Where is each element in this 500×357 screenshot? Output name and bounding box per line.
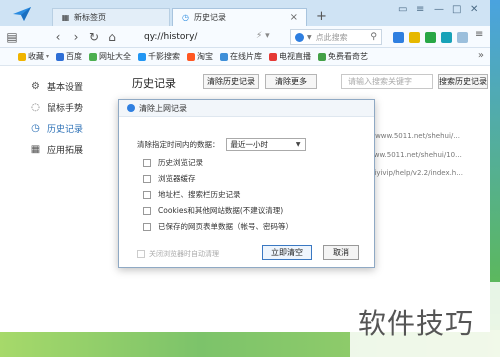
option-address-bar-history[interactable]: 地址栏、搜索栏历史记录 — [143, 189, 241, 200]
menu-icon[interactable]: ≡ — [416, 4, 424, 15]
clear-more-button[interactable]: 清除更多 — [265, 74, 317, 89]
clear-now-button[interactable]: 立即清空 — [262, 245, 312, 260]
grid-icon: ▦ — [61, 13, 70, 22]
clear-history-button[interactable]: 清除历史记录 — [203, 74, 259, 89]
checkbox[interactable] — [143, 190, 151, 199]
search-input[interactable]: ▼ 点此搜索 ⚲ — [290, 29, 382, 45]
sidebar-item-history[interactable]: ◷ 历史记录 — [30, 118, 120, 139]
bookmarks-bar: 收藏 ▾ 百度 网址大全 千影搜索 淘宝 在线片库 电视直播 免费看奇艺 » — [0, 48, 490, 66]
search-history-button[interactable]: 搜索历史记录 — [438, 74, 488, 89]
tab-label: 新标签页 — [74, 13, 106, 22]
option-browsing-history[interactable]: 历史浏览记录 — [143, 157, 203, 168]
tv-icon — [269, 52, 278, 61]
cancel-button[interactable]: 取消 — [323, 245, 359, 260]
browser-logo-icon — [4, 2, 40, 26]
browser-logo-icon — [127, 104, 135, 112]
checkbox[interactable] — [143, 158, 151, 167]
bookmark-item[interactable]: 千影搜索 — [138, 51, 180, 62]
new-tab-button[interactable]: + — [316, 9, 327, 24]
checkbox[interactable] — [143, 222, 151, 231]
bookmark-item[interactable]: 免费看奇艺 — [318, 51, 368, 62]
time-range-row: 清除指定时间内的数据： 最近一小时 ▼ — [137, 138, 306, 151]
taobao-icon — [187, 52, 196, 61]
minimize-icon[interactable]: — — [434, 4, 444, 15]
screenshot-icon[interactable] — [457, 32, 468, 43]
more-menu-icon[interactable]: ≡ — [475, 29, 486, 40]
bookmark-item[interactable]: 淘宝 — [187, 51, 213, 62]
close-icon[interactable]: × — [290, 12, 298, 23]
back-icon[interactable]: ‹ — [50, 29, 66, 45]
option-cookies[interactable]: Cookies和其他网站数据(不建议清理) — [143, 205, 283, 216]
bookmark-item[interactable]: 电视直播 — [269, 51, 311, 62]
game-icon[interactable] — [425, 32, 436, 43]
search-site-icon — [138, 52, 147, 61]
maximize-icon[interactable]: □ — [452, 4, 461, 15]
settings-sidebar: ⚙ 基本设置 ◌ 鼠标手势 ◷ 历史记录 ▦ 应用拓展 — [30, 76, 120, 160]
bookmark-item[interactable]: 网址大全 — [89, 51, 131, 62]
window-close-icon[interactable]: ✕ — [470, 4, 478, 15]
sidebar-item-label: 应用拓展 — [47, 146, 84, 156]
chevron-down-icon[interactable]: ▼ — [307, 34, 312, 41]
dialog-title-bar: 清除上网记录 — [119, 100, 374, 117]
sidebar-item-label: 基本设置 — [47, 83, 84, 93]
sidebar-item-basic-settings[interactable]: ⚙ 基本设置 — [30, 76, 120, 97]
extension-icon[interactable] — [393, 32, 404, 43]
history-entry-url[interactable]: ://www.5011.net/shehui/... — [368, 132, 460, 140]
search-placeholder: 点此搜索 — [315, 32, 348, 42]
grid-icon: ▦ — [30, 144, 41, 155]
sidebar-toggle-icon[interactable]: ▤ — [4, 29, 20, 45]
address-bar[interactable]: qy://history/ — [110, 29, 280, 45]
video-icon[interactable] — [441, 32, 452, 43]
clear-browsing-data-dialog: 清除上网记录 清除指定时间内的数据： 最近一小时 ▼ 历史浏览记录 浏览器缓存 … — [118, 99, 375, 268]
chevron-down-icon: ▼ — [295, 141, 301, 148]
history-search-input[interactable]: 请输入搜索关键字 — [341, 74, 433, 89]
option-cache[interactable]: 浏览器缓存 — [143, 173, 196, 184]
bookmark-item[interactable]: 百度 — [56, 51, 82, 62]
bookmarks-more-icon[interactable]: » — [478, 50, 484, 61]
page-title: 历史记录 — [132, 77, 176, 90]
baidu-icon — [56, 52, 65, 61]
checkbox[interactable] — [143, 174, 151, 183]
mouse-icon: ◌ — [31, 102, 40, 113]
dialog-title: 清除上网记录 — [139, 103, 187, 113]
navigation-bar: ▤ ‹ › ↻ ⌂ qy://history/ ⚡ ▾ ▼ 点此搜索 ⚲ ≡ — [0, 26, 490, 48]
auto-clean-on-exit[interactable]: 关闭浏览器时自动清理 — [137, 249, 219, 259]
sidebar-item-label: 历史记录 — [47, 125, 84, 135]
sidebar-item-label: 鼠标手势 — [47, 104, 84, 114]
time-range-label: 清除指定时间内的数据： — [137, 140, 220, 149]
address-dropdown-icon[interactable]: ⚡ ▾ — [256, 31, 270, 41]
watermark-text: 软件技巧 — [358, 307, 475, 340]
address-text: qy://history/ — [144, 32, 198, 42]
time-range-value: 最近一小时 — [230, 140, 269, 149]
history-entry-url[interactable]: iqiyivip/help/v2.2/index.h... — [368, 169, 463, 177]
star-icon — [18, 52, 26, 61]
time-range-select[interactable]: 最近一小时 ▼ — [225, 138, 306, 151]
sidebar-item-mouse-gestures[interactable]: ◌ 鼠标手势 — [30, 97, 120, 118]
watermark: 软件技巧 — [350, 282, 500, 357]
film-icon — [220, 52, 229, 61]
tab-label: 历史记录 — [194, 13, 226, 22]
apps-icon[interactable] — [409, 32, 420, 43]
refresh-icon[interactable]: ↻ — [86, 29, 102, 45]
option-form-data[interactable]: 已保存的网页表单数据（帐号、密码等） — [143, 221, 293, 232]
skin-icon[interactable]: ▭ — [398, 4, 407, 15]
tab-history[interactable]: ◷ 历史记录 × — [172, 8, 307, 26]
iqiyi-icon — [318, 52, 327, 61]
history-entry-url[interactable]: www.5011.net/shehui/10... — [368, 151, 462, 159]
search-engine-icon[interactable] — [295, 32, 304, 42]
forward-icon[interactable]: › — [68, 29, 84, 45]
clock-icon: ◷ — [182, 13, 189, 22]
clock-icon: ◷ — [31, 123, 40, 134]
search-icon[interactable]: ⚲ — [370, 32, 377, 42]
gear-icon: ⚙ — [31, 81, 40, 92]
bookmark-item[interactable]: 收藏 ▾ — [18, 51, 49, 62]
title-bar: ▦ 新标签页 ◷ 历史记录 × + ▭ ≡ — □ ✕ — [0, 0, 490, 26]
checkbox[interactable] — [137, 250, 145, 258]
site-icon — [89, 52, 98, 61]
bookmark-item[interactable]: 在线片库 — [220, 51, 262, 62]
tab-new-tab[interactable]: ▦ 新标签页 — [52, 8, 170, 26]
sidebar-item-extensions[interactable]: ▦ 应用拓展 — [30, 139, 120, 160]
checkbox[interactable] — [143, 206, 151, 215]
